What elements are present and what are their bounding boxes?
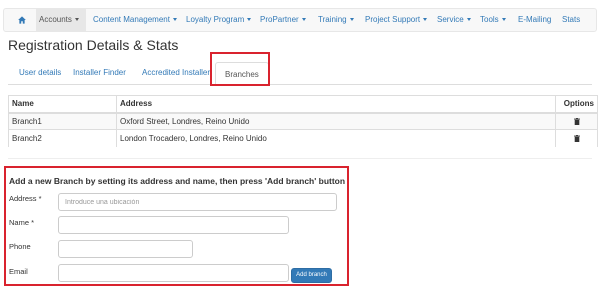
chevron-down-icon: [501, 18, 506, 22]
nav-e-mailing[interactable]: E-Mailing: [515, 9, 554, 31]
chevron-down-icon: [349, 18, 354, 22]
nav-loyalty-program[interactable]: Loyalty Program: [183, 9, 254, 31]
chevron-down-icon: [301, 18, 306, 22]
nav-stats[interactable]: Stats: [559, 9, 583, 31]
tab-accredited-installer[interactable]: Accredited Installer: [133, 61, 219, 84]
name-label: Name *: [9, 218, 35, 227]
email-input[interactable]: [58, 264, 289, 282]
column-header-name: Name: [8, 95, 117, 114]
table-header-row: Name Address Options: [8, 95, 598, 114]
trash-icon[interactable]: [573, 118, 580, 126]
column-header-options: Options: [555, 95, 598, 114]
page-title: Registration Details & Stats: [8, 37, 179, 53]
branch-address-cell: Oxford Street, Londres, Reino Unido: [116, 112, 556, 130]
email-label: Email: [9, 267, 28, 276]
table-row: Branch2 London Trocadero, Londres, Reino…: [8, 129, 598, 147]
branch-address-cell: London Trocadero, Londres, Reino Unido: [116, 129, 556, 147]
tabs-baseline: [8, 84, 592, 85]
address-label: Address *: [9, 194, 42, 203]
address-input[interactable]: [58, 193, 337, 211]
options-cell: [555, 129, 598, 147]
nav-service[interactable]: Service: [434, 9, 474, 31]
chevron-down-icon: [172, 18, 177, 22]
nav-project-support[interactable]: Project Support: [362, 9, 430, 31]
chevron-down-icon: [466, 18, 471, 22]
options-cell: [555, 112, 598, 130]
home-icon[interactable]: [18, 16, 26, 24]
table-row: Branch1 Oxford Street, Londres, Reino Un…: [8, 112, 598, 130]
chevron-down-icon: [74, 18, 79, 22]
phone-input[interactable]: [58, 240, 193, 258]
trash-icon[interactable]: [573, 135, 580, 143]
tab-highlight-annotation: [210, 52, 270, 86]
column-header-address: Address: [116, 95, 556, 114]
section-divider: [8, 158, 592, 159]
chevron-down-icon: [247, 18, 252, 22]
top-navbar: Accounts Content Management Loyalty Prog…: [3, 8, 597, 32]
nav-accounts[interactable]: Accounts: [36, 9, 86, 31]
phone-label: Phone: [9, 242, 31, 251]
chevron-down-icon: [423, 18, 428, 22]
nav-content-management[interactable]: Content Management: [90, 9, 180, 31]
tab-user-details[interactable]: User details: [10, 61, 70, 84]
nav-propartner[interactable]: ProPartner: [257, 9, 309, 31]
nav-tools[interactable]: Tools: [477, 9, 509, 31]
nav-training[interactable]: Training: [315, 9, 357, 31]
branches-table: Name Address Options Branch1 Oxford Stre…: [8, 95, 598, 147]
branch-name-cell: Branch1: [8, 112, 117, 130]
add-branch-button[interactable]: Add branch: [291, 268, 332, 283]
add-branch-heading: Add a new Branch by setting its address …: [9, 176, 346, 186]
tab-installer-finder[interactable]: Installer Finder: [64, 61, 135, 84]
name-input[interactable]: [58, 216, 289, 234]
branch-name-cell: Branch2: [8, 129, 117, 147]
